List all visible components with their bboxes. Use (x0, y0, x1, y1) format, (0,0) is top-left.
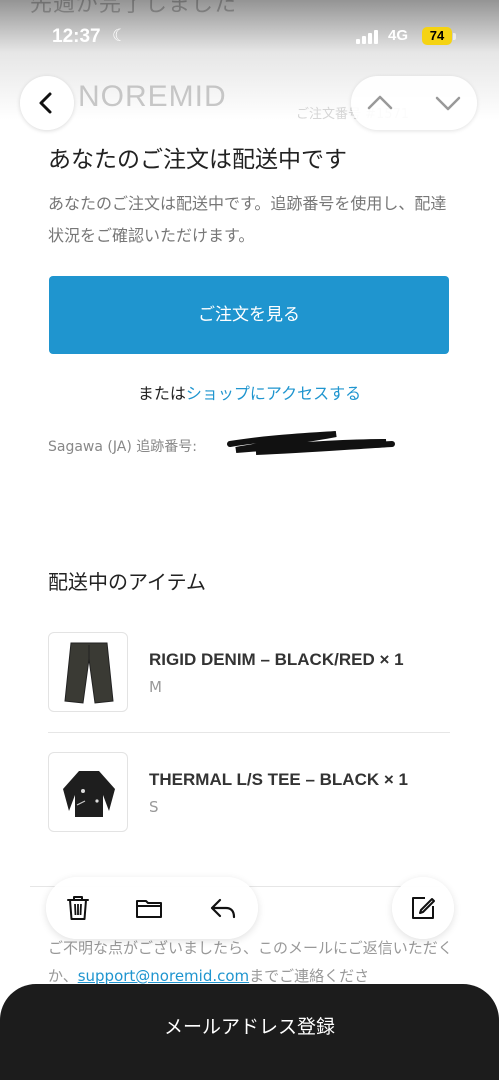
item-name: RIGID DENIM – BLACK/RED × 1 (149, 650, 404, 669)
battery-indicator: 74 (422, 27, 452, 45)
bottom-banner[interactable]: メールアドレス登録 (0, 984, 499, 1080)
items-section-title: 配送中のアイテム (48, 570, 206, 594)
support-email-link[interactable]: support@noremid.com (78, 967, 249, 985)
newsletter-signup-label: メールアドレス登録 (163, 1016, 335, 1038)
signal-icon (356, 30, 382, 44)
email-description: あなたのご注文は配送中です。追跡番号を使用し、配達状況をご確認いただけます。 (48, 194, 447, 245)
footer-contact-text: ご不明な点がございましたら、このメールにご返信いただくか、support@nor… (48, 934, 468, 990)
shop-link[interactable]: ショップにアクセスする (186, 384, 361, 403)
folder-icon[interactable] (134, 893, 164, 923)
mail-action-toolbar (46, 877, 258, 939)
footer-text-part: までご連絡くださ (249, 967, 370, 985)
product-thumbnail (48, 752, 128, 832)
battery-tip (453, 33, 456, 40)
item-name: THERMAL L/S TEE – BLACK × 1 (149, 770, 408, 789)
list-item[interactable]: THERMAL L/S TEE – BLACK × 1 S (48, 752, 450, 832)
item-size: M (149, 678, 162, 696)
clock: 12:37 (52, 26, 101, 47)
tracking-label: Sagawa (JA) 追跡番号: (48, 439, 197, 455)
shop-access-line: またはショップにアクセスする (0, 380, 499, 404)
email-headline: あなたのご注文は配送中です (48, 147, 347, 173)
mail-screen: 先週が完了しました 12:37 ☾ 4G 74 NOREMID ご注文番号 #1… (0, 0, 499, 1080)
message-nav (351, 76, 477, 130)
chevron-left-icon (39, 92, 52, 114)
or-text: または (137, 384, 186, 403)
network-type: 4G (388, 27, 409, 44)
moon-icon: ☾ (112, 26, 128, 45)
denim-pants-icon (64, 642, 114, 704)
redaction-scribble (227, 431, 395, 455)
brand-logo: NOREMID (78, 80, 227, 113)
next-message-button[interactable] (433, 90, 463, 116)
item-divider (48, 732, 450, 733)
product-thumbnail (48, 632, 128, 712)
item-size: S (149, 798, 159, 816)
reply-icon[interactable] (208, 893, 238, 923)
compose-icon (412, 897, 435, 919)
previous-message-button[interactable] (365, 90, 395, 116)
back-button[interactable] (20, 76, 74, 130)
status-bar: 12:37 ☾ 4G 74 (0, 22, 499, 52)
view-order-button[interactable]: ご注文を見る (49, 276, 449, 354)
list-item[interactable]: RIGID DENIM – BLACK/RED × 1 M (48, 632, 450, 712)
compose-button[interactable] (392, 877, 454, 939)
long-sleeve-tee-icon (63, 771, 115, 817)
previous-message-title: 先週が完了しました (30, 0, 238, 17)
trash-icon[interactable] (63, 893, 93, 923)
